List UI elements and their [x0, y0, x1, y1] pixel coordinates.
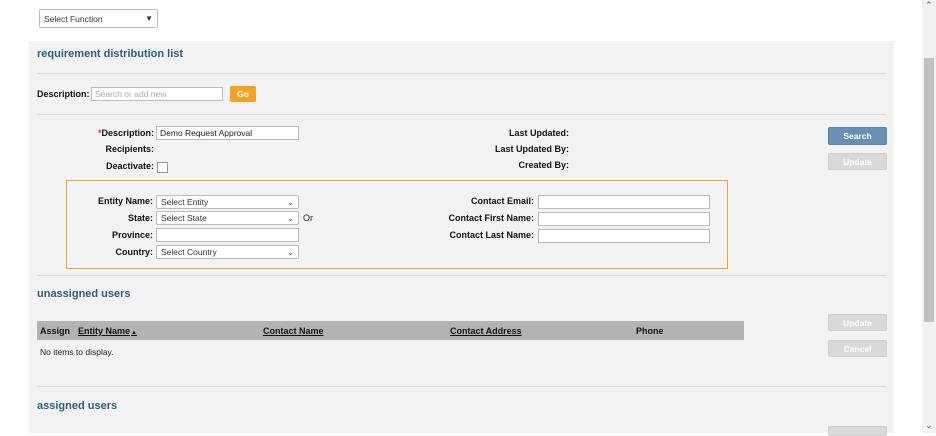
page-title: requirement distribution list [37, 48, 184, 60]
state-select-value: Select State [161, 213, 207, 223]
go-button[interactable]: Go [230, 86, 256, 102]
entity-select-value: Select Entity [161, 197, 209, 207]
caret-down-icon: ▼ [145, 14, 153, 23]
divider [37, 275, 886, 276]
description-field[interactable]: Demo Request Approval [156, 126, 299, 140]
divider [37, 386, 886, 387]
divider [37, 114, 886, 115]
unassigned-users-title: unassigned users [37, 288, 131, 300]
country-select-value: Select Country [161, 247, 217, 257]
column-assign: Assign [40, 326, 71, 336]
select-function-dropdown[interactable]: Select Function ▼ [39, 9, 158, 28]
entity-name-label: Entity Name: [97, 196, 153, 206]
recipients-label: Recipients: [105, 144, 154, 154]
assigned-users-title: assigned users [37, 400, 118, 412]
scrollbar-thumb[interactable] [924, 58, 934, 322]
column-contact-address[interactable]: Contact Address [450, 326, 522, 336]
main-panel: requirement distribution list Descriptio… [29, 41, 894, 436]
chevron-down-icon: ⌄ [287, 213, 294, 223]
scroll-up-arrow-icon[interactable]: ⌃ [925, 0, 933, 11]
contact-first-name-field[interactable] [538, 212, 710, 226]
column-entity-name[interactable]: Entity Name▲ [78, 326, 137, 336]
empty-table-message: No items to display. [40, 347, 114, 357]
state-select[interactable]: Select State ⌄ [156, 211, 299, 225]
deactivate-checkbox[interactable] [157, 162, 168, 173]
last-updated-label: Last Updated: [508, 128, 569, 138]
last-updated-by-label: Last Updated By: [494, 144, 569, 154]
sort-ascending-icon: ▲ [131, 330, 137, 336]
contact-last-name-label: Contact Last Name: [449, 230, 534, 240]
description-label-text: Description: [101, 128, 154, 138]
created-by-label: Created By: [518, 160, 569, 170]
column-phone: Phone [636, 326, 664, 336]
contact-email-label: Contact Email: [470, 196, 534, 206]
description-field-value: Demo Request Approval [160, 128, 253, 138]
state-label: State: [127, 213, 153, 223]
assigned-update-button[interactable] [828, 426, 887, 436]
search-button[interactable]: Search [828, 127, 887, 145]
column-entity-name-label: Entity Name [78, 326, 131, 336]
or-label: Or [303, 213, 313, 223]
province-label: Province: [111, 230, 153, 240]
chevron-down-icon: ⌄ [287, 247, 294, 257]
unassigned-update-button[interactable]: Update [828, 314, 887, 331]
search-description-label: Description: [37, 89, 90, 99]
contact-last-name-field[interactable] [538, 229, 710, 243]
select-function-value: Select Function [44, 13, 103, 24]
contact-first-name-label: Contact First Name: [448, 213, 534, 223]
search-input-placeholder: Search or add new [95, 89, 167, 99]
unassigned-cancel-button[interactable]: Cancel [828, 340, 887, 357]
province-field[interactable] [156, 228, 299, 242]
chevron-down-icon: ⌄ [287, 197, 294, 207]
country-label: Country: [115, 247, 154, 257]
deactivate-label: Deactivate: [105, 161, 154, 171]
unassigned-table-header: Assign Entity Name▲ Contact Name Contact… [37, 321, 744, 340]
search-input[interactable]: Search or add new [91, 87, 223, 101]
column-contact-name[interactable]: Contact Name [263, 326, 324, 336]
divider [37, 73, 886, 74]
update-button[interactable]: Update [828, 153, 887, 170]
entity-select[interactable]: Select Entity ⌄ [156, 195, 299, 209]
description-label: *Description: [89, 128, 154, 138]
contact-email-field[interactable] [538, 195, 710, 209]
country-select[interactable]: Select Country ⌄ [156, 245, 299, 259]
scroll-down-arrow-icon[interactable]: ⌄ [925, 420, 933, 431]
vertical-scrollbar[interactable]: ⌃ ⌄ [922, 0, 936, 433]
